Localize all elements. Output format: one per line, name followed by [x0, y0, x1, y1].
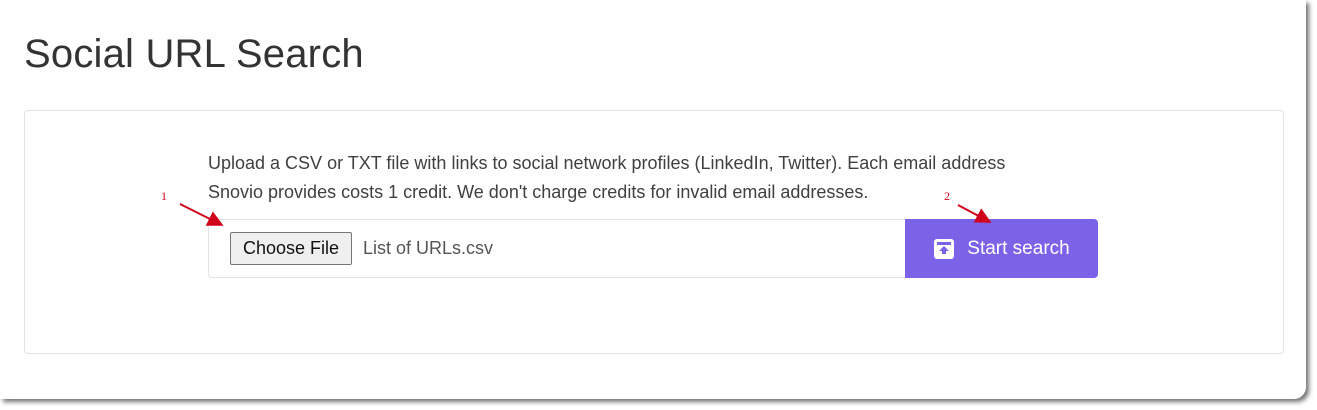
annotation-arrow-2 — [957, 204, 992, 223]
annotation-arrow-1 — [179, 203, 224, 226]
annotation-arrows — [179, 203, 992, 226]
app-window: Social URL Search Upload a CSV or TXT fi… — [0, 0, 1306, 399]
